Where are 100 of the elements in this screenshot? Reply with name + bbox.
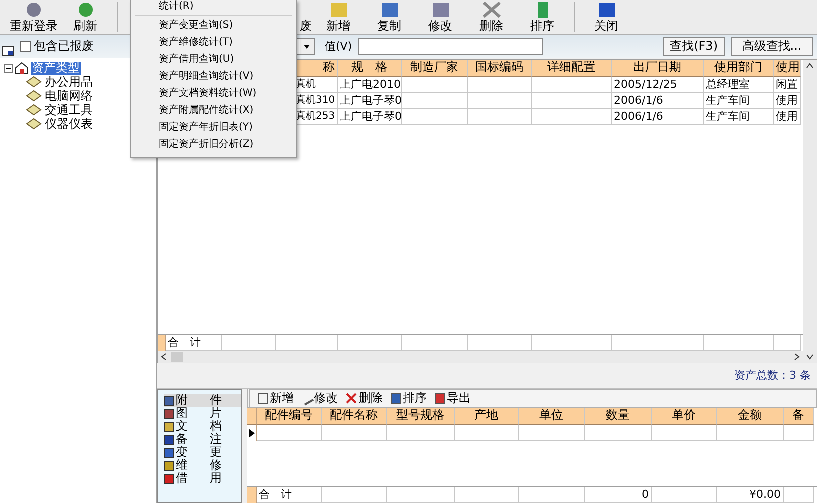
toolbar-button[interactable]: 废 [296,0,312,34]
table-cell [784,487,814,503]
toolbar-button[interactable]: 复制 [364,0,415,34]
value-input[interactable] [358,38,544,55]
column-header[interactable]: 使用 [774,60,801,77]
column-header[interactable]: 单位 [519,408,585,425]
detail-tab[interactable]: 文 档 [164,420,241,433]
column-header[interactable]: 金额 [717,408,784,425]
detail-tab[interactable]: 备 注 [164,433,241,446]
cross-icon [480,2,502,18]
table-cell: 总经理室 [704,77,774,93]
checkbox-square-icon[interactable] [20,41,31,52]
column-header[interactable]: 国标编码 [468,60,532,77]
table-cell: 上广电2010 [338,77,402,93]
scroll-up-icon[interactable] [806,63,814,69]
table-cell: 2005/12/25 [612,77,704,93]
toolbar-button[interactable]: 新增 [313,0,364,34]
panel-icon [2,46,14,56]
toolbar-button[interactable]: 删除 [346,390,383,407]
table-cell [519,425,585,441]
table-cell [455,487,519,503]
amount-total: ¥0.00 [717,487,784,503]
menu-item[interactable]: 统计(R) [131,0,296,14]
collapse-icon[interactable] [4,64,13,72]
detail-tab[interactable]: 附 件 [164,394,241,407]
toolbar-button[interactable]: 修改 [302,390,338,407]
horizontal-scrollbar[interactable] [158,351,803,363]
scroll-left-icon[interactable] [161,353,167,361]
column-header[interactable]: 出厂日期 [612,60,704,77]
table-cell [585,425,652,441]
column-header[interactable]: 产地 [455,408,519,425]
toolbar-icon [258,393,268,404]
column-header[interactable]: 型号规格 [387,408,455,425]
toolbar-icon [435,393,445,404]
menu-item[interactable]: 资产变更查询(S) [131,17,296,34]
column-header[interactable]: 配件编号 [257,408,322,425]
tree-item[interactable]: 交通工具 [44,104,94,116]
detail-tab[interactable]: 借 用 [164,472,241,485]
folder-icon [26,118,42,130]
row-header [247,487,257,503]
column-header[interactable]: 规 格 [338,60,402,77]
detail-tab[interactable]: 图 片 [164,407,241,420]
detail-tab[interactable]: 维 修 [164,459,241,472]
vertical-scrollbar[interactable] [803,60,817,363]
column-header[interactable]: 备 [784,408,814,425]
toolbar-button[interactable]: 关闭 [581,0,632,34]
table-cell [322,487,387,503]
cross-icon [346,393,357,404]
tree-item[interactable]: 电脑网络 [44,90,94,102]
asset-count: 资产总数：3 条 [734,368,811,383]
menu-item[interactable]: 固定资产折旧分析(Z) [131,136,296,153]
table-cell [784,425,814,441]
toolbar-button[interactable]: 删除 [466,0,517,34]
quantity-total: 0 [585,487,652,503]
table-cell: 生产车间 [704,109,774,125]
table-cell [468,77,532,93]
folder-icon [26,76,42,88]
toolbar-button[interactable]: 重新登录 [8,0,60,34]
table-cell: 上广电子琴0 [338,109,402,125]
tree-item[interactable]: 仪器仪表 [44,118,94,130]
folder-icon [26,104,42,116]
menu-item[interactable]: 资产维修统计(T) [131,34,296,51]
value-label: 值(V) [325,39,352,54]
table-cell: 使用 [774,93,801,109]
table-cell [468,109,532,125]
table-cell [717,425,784,441]
table-cell: 生产车间 [704,93,774,109]
toolbar-button[interactable]: 排序 [391,390,427,407]
tree-item[interactable]: 资产类型 [31,62,81,74]
table-cell [322,425,387,441]
column-header[interactable]: 配件名称 [322,408,387,425]
table-cell [387,487,455,503]
table-cell [455,425,519,441]
find-button[interactable]: 查找(F3) [663,37,725,56]
table-cell [652,487,717,503]
table-cell [402,109,468,125]
column-header[interactable]: 制造厂家 [402,60,468,77]
detail-tab[interactable]: 变 更 [164,446,241,459]
table-cell [519,487,585,503]
scroll-right-icon[interactable] [794,353,800,361]
table-cell: 使用 [774,109,801,125]
toolbar-button[interactable]: 导出 [435,390,471,407]
toolbar-icon [391,393,401,404]
tree-item[interactable]: 办公用品 [44,76,94,88]
advanced-search-button[interactable]: 高级查找... [731,37,813,56]
column-header[interactable]: 使用部门 [704,60,774,77]
toolbar-button[interactable]: 排序 [517,0,568,34]
column-header[interactable]: 单价 [652,408,717,425]
table-cell: 闲置 [774,77,801,93]
folder-icon [26,90,42,102]
table-cell [652,425,717,441]
toolbar-button[interactable]: 新增 [258,390,294,407]
table-cell: 2006/1/6 [612,109,704,125]
scroll-down-icon[interactable] [806,354,814,360]
toolbar-button[interactable]: 刷新 [60,0,111,34]
column-header[interactable]: 数量 [585,408,652,425]
column-header[interactable]: 详细配置 [532,60,612,77]
table-cell: 2006/1/6 [612,93,704,109]
scroll-thumb[interactable] [171,352,183,362]
toolbar-button[interactable]: 修改 [415,0,466,34]
